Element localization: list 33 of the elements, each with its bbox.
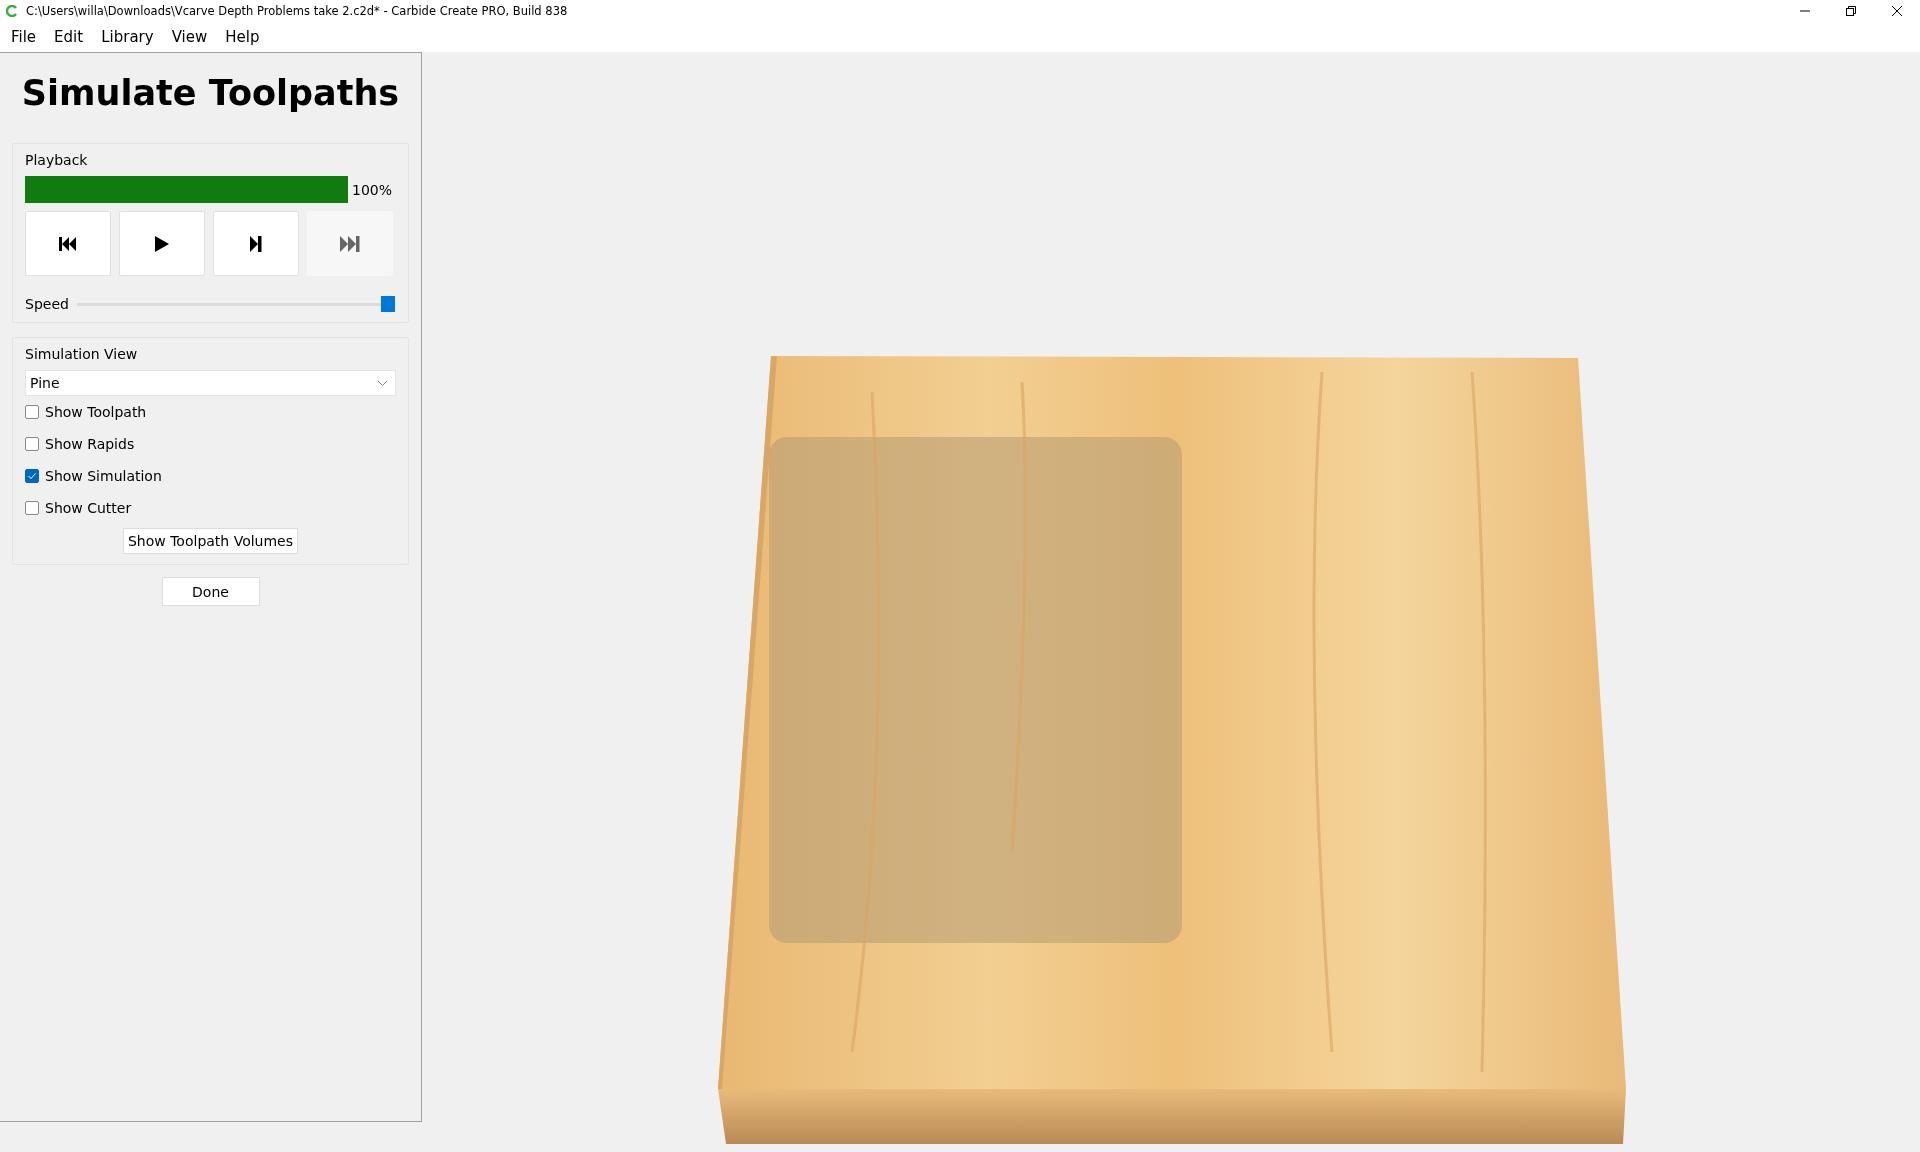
panel-title: Simulate Toolpaths xyxy=(20,72,401,115)
checkbox[interactable] xyxy=(25,501,39,515)
menu-item[interactable]: Edit xyxy=(47,26,95,48)
app-logo-icon xyxy=(6,5,18,17)
step-forward-icon xyxy=(250,235,262,252)
chevron-down-icon xyxy=(378,380,387,386)
window-title: C:\Users\willa\Downloads\Vcarve Depth Problems take 2.c2d* - Carbide Create PRO, Build 838 xyxy=(26,4,569,18)
checkbox-label: Show Toolpath xyxy=(45,404,147,420)
menu-item[interactable]: Library xyxy=(94,26,165,48)
restore-icon[interactable] xyxy=(1846,6,1856,16)
playback-button[interactable] xyxy=(25,211,111,276)
speed-slider-thumb[interactable] xyxy=(381,295,395,312)
checkbox-label: Show Simulation xyxy=(45,468,162,484)
checkbox-label: Show Rapids xyxy=(45,436,135,452)
progress-reading: 100% xyxy=(352,181,393,198)
done-button[interactable]: Done xyxy=(161,577,260,606)
checkbox[interactable] xyxy=(25,437,39,451)
group-label: Simulation View xyxy=(25,346,138,362)
speed-label: Speed xyxy=(25,296,69,312)
check-icon xyxy=(28,473,36,479)
group-label: Playback xyxy=(25,152,88,168)
close-icon[interactable] xyxy=(1892,6,1902,16)
play-icon xyxy=(155,235,169,252)
menu-item[interactable]: View xyxy=(164,26,219,48)
checkbox[interactable] xyxy=(25,469,39,483)
menu-item[interactable]: File xyxy=(4,26,48,48)
checkbox-label: Show Cutter xyxy=(45,500,132,516)
toolpath-volumes-button[interactable]: Show Toolpath Volumes xyxy=(122,528,299,554)
menu-item[interactable]: Help xyxy=(218,26,271,48)
checkbox[interactable] xyxy=(25,405,39,419)
skip-forward-icon xyxy=(340,235,360,252)
material-dropdown[interactable]: Pine xyxy=(25,370,396,396)
skip-back-icon xyxy=(59,236,77,251)
